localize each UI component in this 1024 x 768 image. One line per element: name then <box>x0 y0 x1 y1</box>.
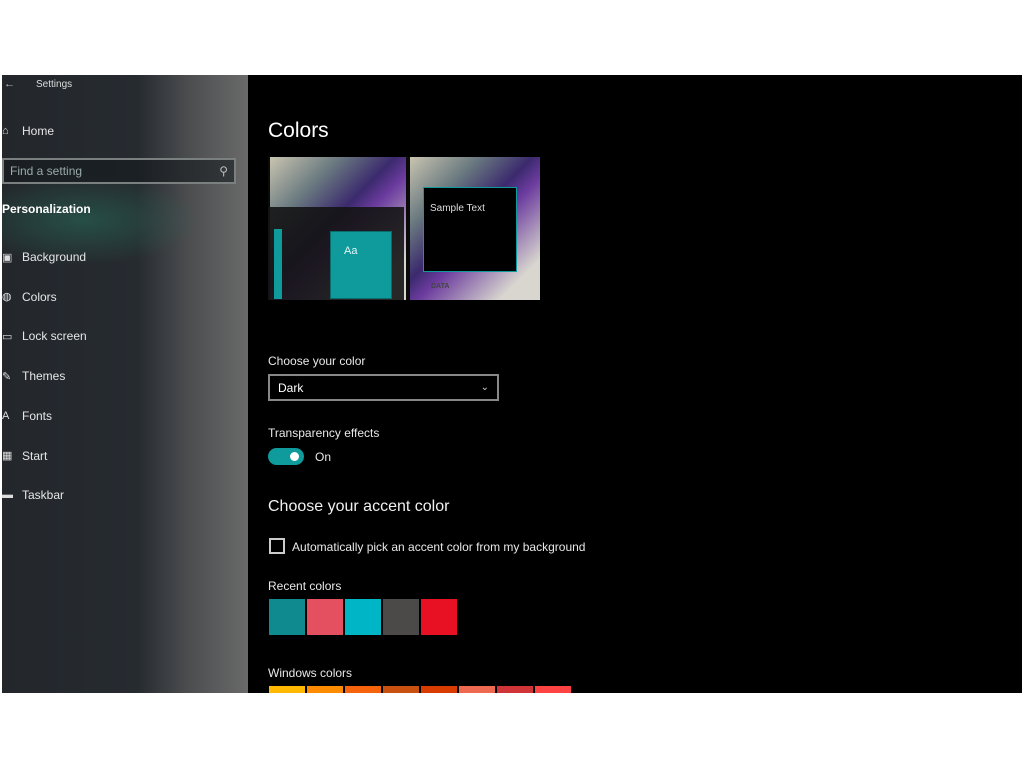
auto-pick-checkbox[interactable] <box>269 538 285 554</box>
sidebar-item-themes[interactable]: ✎ Themes <box>2 364 65 388</box>
sidebar-item-lock-screen[interactable]: ▭ Lock screen <box>2 324 87 348</box>
sidebar-item-label: Start <box>22 448 48 463</box>
home-icon: ⌂ <box>2 125 9 137</box>
lock-screen-icon: ▭ <box>2 330 13 343</box>
sidebar-item-start[interactable]: ▦ Start <box>2 444 47 468</box>
start-icon: ▦ <box>2 450 13 462</box>
search-icon: ⚲ <box>219 164 228 178</box>
tile-text: Aa <box>344 245 358 257</box>
sidebar-item-taskbar[interactable]: ▬ Taskbar <box>2 483 64 507</box>
back-arrow-icon[interactable]: ← <box>4 78 15 90</box>
color-preview: Aa Sample Text DATA <box>268 157 540 300</box>
windows-color-swatch[interactable] <box>383 686 419 693</box>
windows-color-swatch[interactable] <box>345 686 381 693</box>
accent-heading: Choose your accent color <box>268 498 450 515</box>
recent-colors-label: Recent colors <box>268 579 342 593</box>
logo-text: DATA <box>431 283 450 290</box>
windows-color-swatch[interactable] <box>535 686 571 693</box>
window-title: Settings <box>36 79 73 90</box>
fonts-icon: A <box>2 409 10 422</box>
sample-text: Sample Text <box>430 203 485 214</box>
recent-color-swatch[interactable] <box>345 599 381 635</box>
recent-color-swatch[interactable] <box>307 599 343 635</box>
transparency-toggle[interactable] <box>268 448 304 465</box>
sidebar-item-label: Background <box>22 250 87 264</box>
settings-window: ← Settings ⌂ Home Find a setting ⚲ Persona… <box>2 75 1022 693</box>
chevron-down-icon: ⌄ <box>480 382 489 393</box>
windows-color-swatch[interactable] <box>497 686 533 693</box>
sidebar: ← Settings ⌂ Home Find a setting ⚲ Persona… <box>2 75 248 693</box>
sidebar-home[interactable]: ⌂ Home <box>2 119 54 143</box>
windows-color-swatch[interactable] <box>269 686 305 693</box>
home-label: Home <box>22 124 55 138</box>
recent-color-swatch[interactable] <box>421 599 457 635</box>
sidebar-item-label: Taskbar <box>22 488 65 503</box>
sidebar-item-label: Lock screen <box>22 329 87 344</box>
color-mode-dropdown[interactable]: Dark ⌄ <box>268 374 499 401</box>
transparency-label: Transparency effects <box>268 426 380 440</box>
sidebar-item-colors[interactable]: ◍ Colors <box>2 285 57 309</box>
page-title: Colors <box>268 119 329 142</box>
main-content: Colors Aa Sample Text DATA Choose your c… <box>248 75 1022 693</box>
recent-color-swatch[interactable] <box>269 599 305 635</box>
toggle-state: On <box>315 450 332 464</box>
search-input[interactable]: Find a setting ⚲ <box>2 158 236 184</box>
windows-color-swatch[interactable] <box>459 686 495 693</box>
windows-color-swatch[interactable] <box>307 686 343 693</box>
palette-icon: ◍ <box>2 291 12 304</box>
themes-icon: ✎ <box>2 370 12 383</box>
search-placeholder: Find a setting <box>10 164 83 178</box>
choose-color-label: Choose your color <box>268 354 366 368</box>
sidebar-item-label: Colors <box>22 289 57 304</box>
taskbar-icon: ▬ <box>2 489 13 502</box>
image-icon: ▣ <box>2 251 13 264</box>
sidebar-item-background[interactable]: ▣ Background <box>2 245 86 269</box>
windows-colors-label: Windows colors <box>268 666 353 680</box>
auto-pick-label: Automatically pick an accent color from … <box>292 540 586 554</box>
sidebar-item-label: Fonts <box>22 408 53 423</box>
sidebar-item-label: Themes <box>22 369 66 384</box>
section-heading: Personalization <box>2 202 91 216</box>
sidebar-item-fonts[interactable]: A Fonts <box>2 404 52 428</box>
windows-color-swatch[interactable] <box>421 686 457 693</box>
recent-color-swatch[interactable] <box>383 599 419 635</box>
dropdown-value: Dark <box>278 380 304 395</box>
